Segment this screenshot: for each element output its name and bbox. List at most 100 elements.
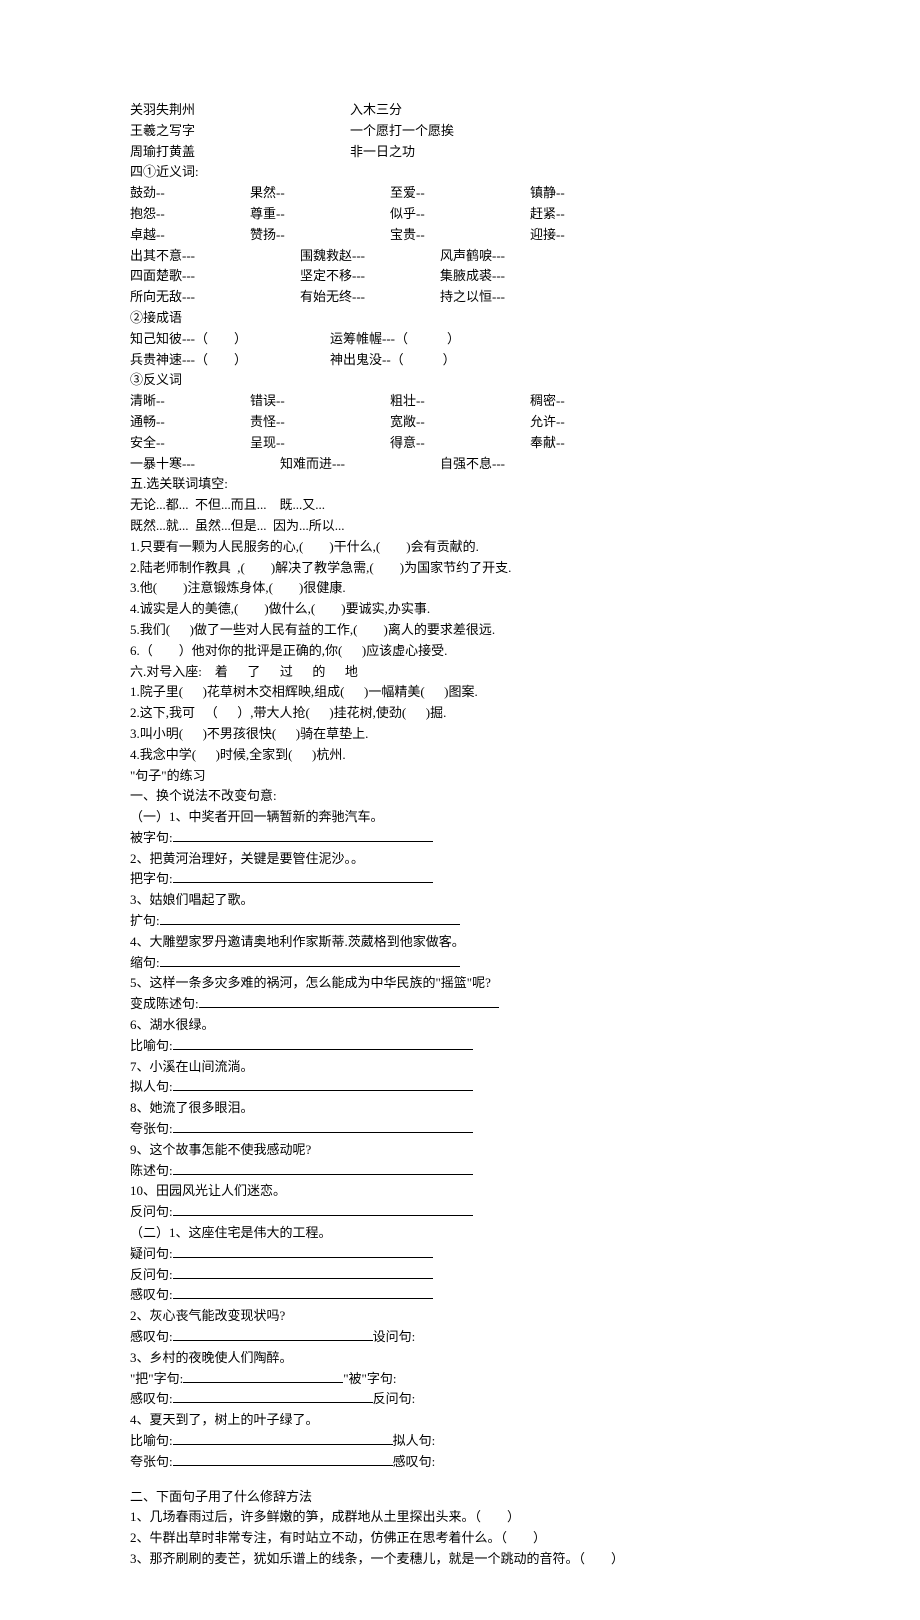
- line-label: 反问句:: [130, 1267, 173, 1282]
- idiom-row: 出其不意---围魏救赵---风声鹤唳---: [130, 246, 790, 267]
- blank-line[interactable]: [173, 1327, 373, 1341]
- ant-row: 通畅--责怪--宽敞--允许--: [130, 412, 790, 433]
- sec6-item: 2.这下,我可 （ ）,带大人抢( )挂花树,使劲( )掘.: [130, 703, 790, 724]
- matching-row: 关羽失荆州入木三分: [130, 100, 790, 121]
- sentence-line: 4、夏天到了，树上的叶子绿了。: [130, 1410, 790, 1431]
- sentence-line: 感叹句: 反问句:: [130, 1389, 790, 1410]
- blank-line[interactable]: [173, 1244, 433, 1258]
- line-label: 感叹句:: [393, 1454, 436, 1469]
- sentence-line: 6、湖水很绿。: [130, 1015, 790, 1036]
- match-right: 非一日之功: [350, 144, 415, 159]
- sentence-title: "句子"的练习: [130, 766, 790, 787]
- ant-last-row: 一暴十寒---知难而进---自强不息---: [130, 454, 790, 475]
- sec5-item: 4.诚实是人的美德,( )做什么,( )要诚实,办实事.: [130, 599, 790, 620]
- section-6: 六.对号入座: 着 了 过 的 地 1.院子里( )花草树木交相辉映,组成( )…: [130, 662, 790, 766]
- group2-head: （二）1、这座住宅是伟大的工程。: [130, 1223, 790, 1244]
- section-5: 五.选关联词填空: 无论...都... 不但...而且... 既...又... …: [130, 474, 790, 661]
- chain-row: 兵贵神速---（ ）神出鬼没--（ ）: [130, 350, 790, 371]
- line-label: 设问句:: [373, 1329, 416, 1344]
- blank-line[interactable]: [173, 1119, 473, 1133]
- group1-items: 被字句:2、把黄河治理好，关键是要管住泥沙。。把字句:3、姑娘们唱起了歌。扩句:…: [130, 828, 790, 1223]
- sentence-line: 反问句:: [130, 1202, 790, 1223]
- sentence-line: 缩句:: [130, 953, 790, 974]
- blank-line[interactable]: [173, 869, 433, 883]
- sentence-line: 3、乡村的夜晚使人们陶醉。: [130, 1348, 790, 1369]
- blank-line[interactable]: [173, 1452, 393, 1466]
- ant-row: 清晰--错误--粗壮--稠密--: [130, 391, 790, 412]
- ant-row: 安全--呈现--得意--奉献--: [130, 433, 790, 454]
- line-label: 扩句:: [130, 913, 160, 928]
- idiom-row: 四面楚歌---坚定不移---集腋成裘---: [130, 266, 790, 287]
- match-right: 入木三分: [350, 102, 402, 117]
- chain-row: 知己知彼---（ ）运筹帷幄---（ ）: [130, 329, 790, 350]
- line-label: 感叹句:: [130, 1391, 173, 1406]
- blank-line[interactable]: [173, 1202, 473, 1216]
- sentence-line: 9、这个故事怎能不使我感动呢?: [130, 1140, 790, 1161]
- blank-line[interactable]: [173, 1389, 373, 1403]
- line-label: 感叹句:: [130, 1329, 173, 1344]
- line-label: 拟人句:: [130, 1079, 173, 1094]
- sentence-line: 被字句:: [130, 828, 790, 849]
- section-4: 四①近义词: 鼓劲--果然--至爱--镇静-- 抱怨--尊重--似乎--赶紧--…: [130, 162, 790, 474]
- sec6-item: 3.叫小明( )不男孩很快( )骑在草垫上.: [130, 724, 790, 745]
- line-label: 夸张句:: [130, 1121, 173, 1136]
- blank-line[interactable]: [199, 994, 499, 1008]
- matching-row: 王羲之写字一个愿打一个愿挨: [130, 121, 790, 142]
- sec5-item: 5.我们( )做了一些对人民有益的工作,( )离人的要求差很远.: [130, 620, 790, 641]
- sentence-line: 扩句:: [130, 911, 790, 932]
- line-label: 陈述句:: [130, 1163, 173, 1178]
- matching-block: 关羽失荆州入木三分 王羲之写字一个愿打一个愿挨 周瑜打黄盖非一日之功: [130, 100, 790, 162]
- sentence-line: 夸张句: 感叹句:: [130, 1452, 790, 1473]
- line-label: 被字句:: [130, 830, 173, 845]
- sentence-line: 感叹句: 设问句:: [130, 1327, 790, 1348]
- line-label: 把字句:: [130, 871, 173, 886]
- blank-line[interactable]: [183, 1369, 343, 1383]
- group2-items: 疑问句: 反问句: 感叹句: 2、灰心丧气能改变现状吗? 感叹句: 设问句: 3、乡村的夜晚…: [130, 1244, 790, 1473]
- sentence-line: 4、大雕塑家罗丹邀请奥地利作家斯蒂.茨葳格到他家做客。: [130, 932, 790, 953]
- match-left: 周瑜打黄盖: [130, 142, 350, 163]
- sec5-item: 2.陆老师制作教具 ,( )解决了教学急需,( )为国家节约了开支.: [130, 558, 790, 579]
- sec4-head: 四①近义词:: [130, 162, 790, 183]
- sentence-line: 5、这样一条多灾多难的祸河，怎么能成为中华民族的"摇篮"呢?: [130, 973, 790, 994]
- sentence-line: 7、小溪在山间流淌。: [130, 1057, 790, 1078]
- blank-line[interactable]: [173, 1161, 473, 1175]
- sec5-options: 无论...都... 不但...而且... 既...又...: [130, 495, 790, 516]
- blank-line[interactable]: [160, 911, 460, 925]
- blank-line[interactable]: [173, 828, 433, 842]
- sentence-section: "句子"的练习 一、换个说法不改变句意: （一）1、中奖者开回一辆暂新的奔驰汽车…: [130, 766, 790, 1473]
- rhet-head: 二、下面句子用了什么修辞方法: [130, 1487, 790, 1508]
- sentence-line: 比喻句:拟人句:: [130, 1431, 790, 1452]
- sec6-head: 六.对号入座: 着 了 过 的 地: [130, 662, 790, 683]
- match-right: 一个愿打一个愿挨: [350, 123, 454, 138]
- line-label: 感叹句:: [130, 1287, 173, 1302]
- blank-line[interactable]: [173, 1036, 473, 1050]
- sentence-line: 变成陈述句:: [130, 994, 790, 1015]
- blank-line[interactable]: [173, 1265, 433, 1279]
- sentence-line: 8、她流了很多眼泪。: [130, 1098, 790, 1119]
- rhet-item: 3、那齐刷刷的麦芒，犹如乐谱上的线条，一个麦穗儿，就是一个跳动的音符。（ ）: [130, 1549, 790, 1570]
- line-label: 疑问句:: [130, 1246, 173, 1261]
- blank-line[interactable]: [160, 953, 460, 967]
- sentence-line: 把字句:: [130, 869, 790, 890]
- sec6-items: 1.院子里( )花草树木交相辉映,组成( )一幅精美( )图案.2.这下,我可 …: [130, 682, 790, 765]
- sentence-line: "把"字句: "被"字句:: [130, 1369, 790, 1390]
- blank-line[interactable]: [173, 1077, 473, 1091]
- blank-line[interactable]: [173, 1285, 433, 1299]
- line-label: "被"字句:: [343, 1371, 396, 1386]
- sec5-item: 1.只要有一颗为人民服务的心,( )干什么,( )会有贡献的.: [130, 537, 790, 558]
- sentence-line: 比喻句:: [130, 1036, 790, 1057]
- blank-line[interactable]: [173, 1431, 393, 1445]
- line-label: 夸张句:: [130, 1454, 173, 1469]
- sentence-line: 2、灰心丧气能改变现状吗?: [130, 1306, 790, 1327]
- sentence-line: 10、田园风光让人们迷恋。: [130, 1181, 790, 1202]
- spacer: [130, 1473, 790, 1487]
- sentence-line: 3、姑娘们唱起了歌。: [130, 890, 790, 911]
- rhet-items: 1、几场春雨过后，许多鲜嫩的笋，成群地从土里探出头来。（ ）2、牛群出草时非常专…: [130, 1507, 790, 1569]
- sentence-t1: 一、换个说法不改变句意:: [130, 786, 790, 807]
- group1-head: （一）1、中奖者开回一辆暂新的奔驰汽车。: [130, 807, 790, 828]
- line-label: "把"字句:: [130, 1371, 183, 1386]
- line-label: 缩句:: [130, 955, 160, 970]
- sec4-circle3: ③反义词: [130, 370, 790, 391]
- syn-row: 鼓劲--果然--至爱--镇静--: [130, 183, 790, 204]
- line-label: 反问句:: [373, 1391, 416, 1406]
